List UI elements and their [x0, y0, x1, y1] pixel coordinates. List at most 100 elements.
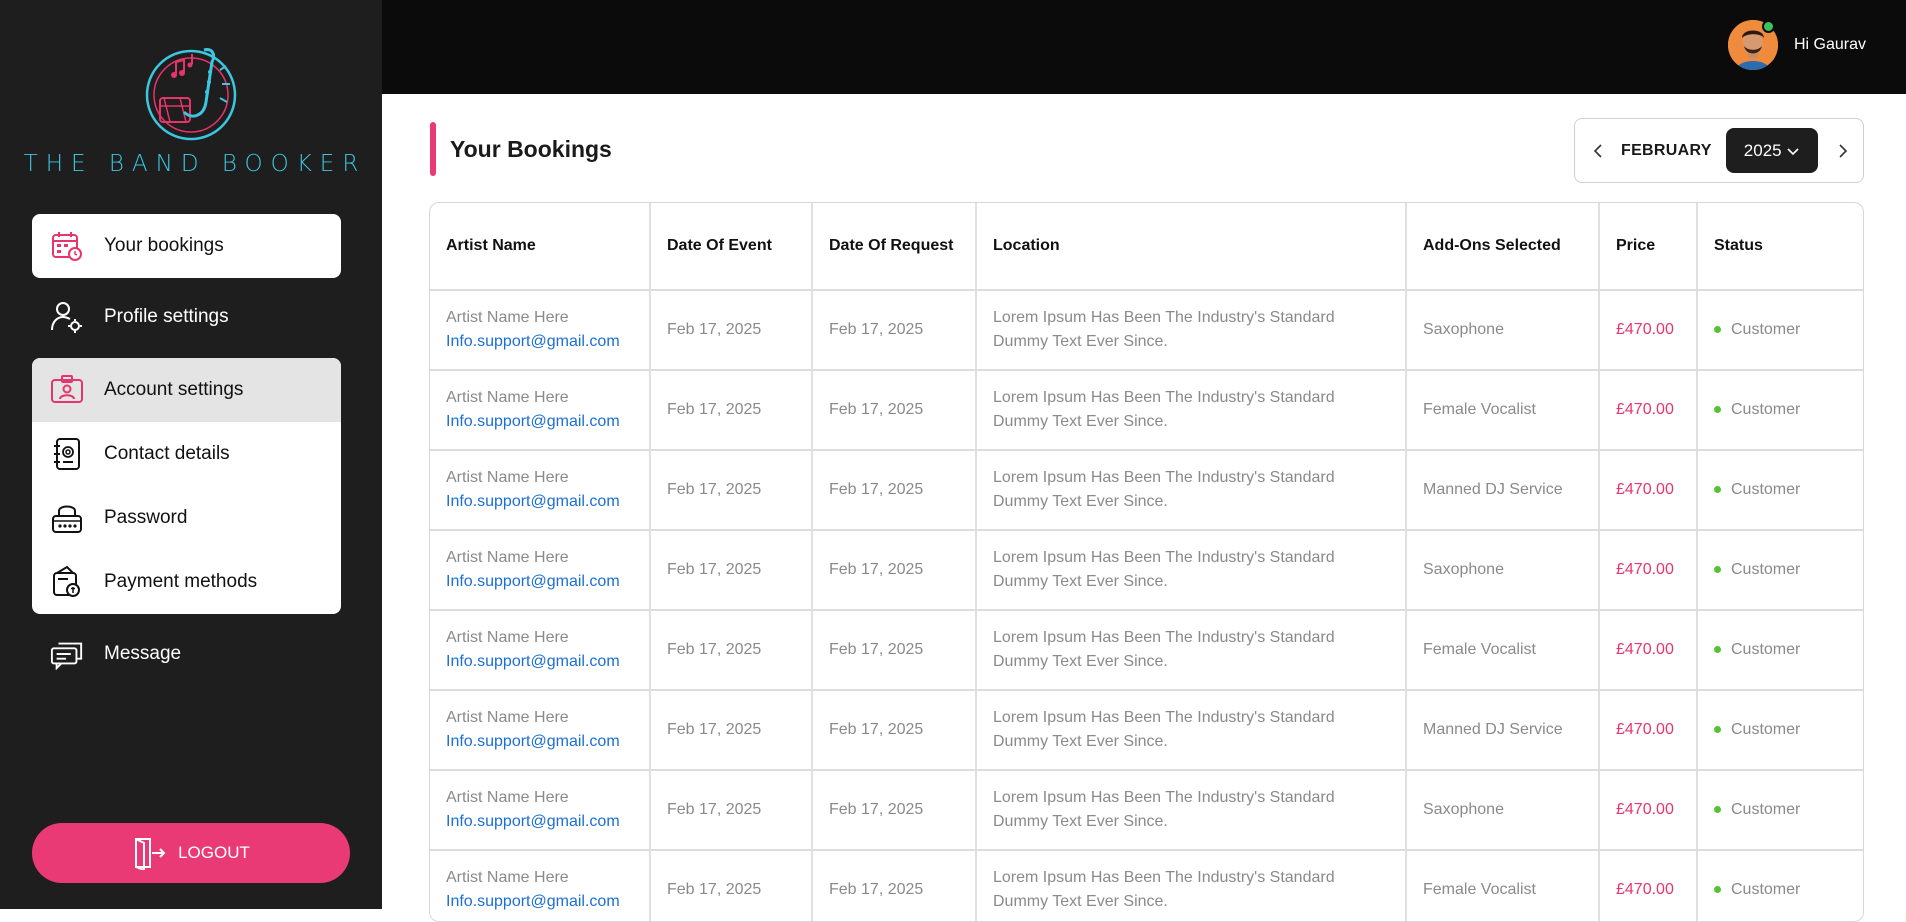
column-header-artist[interactable]: Artist Name	[430, 203, 651, 291]
logout-button[interactable]: LOGOUT	[32, 823, 350, 883]
column-header-status[interactable]: Status	[1697, 203, 1863, 291]
status-text: Customer	[1731, 321, 1801, 338]
status-cell: Customer	[1697, 610, 1863, 691]
column-header-location[interactable]: Location	[976, 203, 1407, 291]
status-dot-icon	[1714, 726, 1721, 734]
status-dot-icon	[1714, 566, 1721, 574]
status-cell: Customer	[1697, 450, 1863, 531]
addons-cell: Female Vocalist	[1406, 370, 1600, 451]
table-row[interactable]: Artist Name Here Info.support@gmail.com Fe…	[430, 530, 1863, 611]
sidebar-item-contact-details[interactable]: Contact details	[32, 422, 341, 486]
sidebar-item-label: Payment methods	[104, 571, 258, 592]
status-text: Customer	[1731, 401, 1801, 418]
event-date-cell: Feb 17, 2025	[650, 530, 813, 611]
status-text: Customer	[1731, 881, 1801, 898]
brand-logo[interactable]: THE BAND BOOKER	[0, 40, 382, 177]
user-menu[interactable]: Hi Gaurav	[1727, 20, 1866, 70]
status-text: Customer	[1731, 481, 1801, 498]
artist-email-link[interactable]: Info.support@gmail.com	[446, 570, 649, 594]
event-date-cell: Feb 17, 2025	[650, 770, 813, 851]
artist-email-link[interactable]: Info.support@gmail.com	[446, 650, 649, 674]
status-dot-icon	[1714, 406, 1721, 414]
artist-email-link[interactable]: Info.support@gmail.com	[446, 330, 649, 354]
artist-name: Artist Name Here	[446, 789, 569, 806]
status-text: Customer	[1731, 561, 1801, 578]
status-text: Customer	[1731, 801, 1801, 818]
location-cell: Lorem Ipsum Has Been The Industry's Stan…	[976, 690, 1407, 771]
title-accent-bar	[430, 122, 436, 176]
artist-email-link[interactable]: Info.support@gmail.com	[446, 490, 649, 514]
table-row[interactable]: Artist Name Here Info.support@gmail.com Fe…	[430, 450, 1863, 531]
table-row[interactable]: Artist Name Here Info.support@gmail.com Fe…	[430, 370, 1863, 451]
sidebar-item-your-bookings[interactable]: Your bookings	[32, 214, 341, 278]
addons-cell: Saxophone	[1406, 530, 1600, 611]
table-row[interactable]: Artist Name Here Info.support@gmail.com Fe…	[430, 290, 1863, 371]
column-header-add-ons[interactable]: Add-Ons Selected	[1406, 203, 1600, 291]
event-date-cell: Feb 17, 2025	[650, 290, 813, 371]
artist-cell: Artist Name Here Info.support@gmail.com	[430, 690, 651, 771]
status-text: Customer	[1731, 641, 1801, 658]
table-header-row: Artist Name Date Of Event Date Of Reques…	[430, 203, 1863, 291]
sidebar-item-label: Your bookings	[104, 235, 224, 256]
greeting-text: Hi Gaurav	[1793, 36, 1866, 53]
month-label: FEBRUARY	[1621, 141, 1712, 159]
artist-email-link[interactable]: Info.support@gmail.com	[446, 410, 649, 434]
column-header-date-of-request[interactable]: Date Of Request	[812, 203, 977, 291]
price-cell: £470.00	[1599, 370, 1698, 451]
chevron-right-icon	[1839, 143, 1847, 158]
page-header: Your Bookings	[430, 122, 612, 176]
sidebar-item-profile-settings[interactable]: Profile settings	[32, 285, 341, 349]
next-month-button[interactable]	[1828, 136, 1858, 166]
artist-cell: Artist Name Here Info.support@gmail.com	[430, 530, 651, 611]
table-row[interactable]: Artist Name Here Info.support@gmail.com Fe…	[430, 850, 1863, 921]
artist-email-link[interactable]: Info.support@gmail.com	[446, 890, 649, 914]
price-cell: £470.00	[1599, 290, 1698, 371]
price-cell: £470.00	[1599, 450, 1698, 531]
bookings-table: Artist Name Date Of Event Date Of Reques…	[429, 202, 1864, 922]
prev-month-button[interactable]	[1583, 136, 1613, 166]
page-title: Your Bookings	[450, 135, 612, 162]
table-row[interactable]: Artist Name Here Info.support@gmail.com Fe…	[430, 610, 1863, 691]
sidebar-item-message[interactable]: Message	[32, 622, 341, 686]
status-dot-icon	[1714, 646, 1721, 654]
status-cell: Customer	[1697, 370, 1863, 451]
status-cell: Customer	[1697, 290, 1863, 371]
artist-email-link[interactable]: Info.support@gmail.com	[446, 730, 649, 754]
status-dot-icon	[1714, 326, 1721, 334]
addons-cell: Manned DJ Service	[1406, 690, 1600, 771]
request-date-cell: Feb 17, 2025	[812, 690, 977, 771]
sidebar-item-label: Message	[104, 643, 182, 664]
request-date-cell: Feb 17, 2025	[812, 610, 977, 691]
artist-name: Artist Name Here	[446, 629, 569, 646]
column-header-date-of-event[interactable]: Date Of Event	[650, 203, 813, 291]
artist-email-link[interactable]: Info.support@gmail.com	[446, 810, 649, 834]
user-gear-icon	[50, 300, 84, 334]
id-card-icon	[50, 373, 84, 407]
addons-cell: Female Vocalist	[1406, 850, 1600, 921]
artist-cell: Artist Name Here Info.support@gmail.com	[430, 850, 651, 921]
addons-cell: Manned DJ Service	[1406, 450, 1600, 531]
column-header-price[interactable]: Price	[1599, 203, 1698, 291]
table-row[interactable]: Artist Name Here Info.support@gmail.com Fe…	[430, 770, 1863, 851]
brand-name: THE BAND BOOKER	[23, 151, 367, 177]
artist-name: Artist Name Here	[446, 709, 569, 726]
year-dropdown[interactable]: 2025	[1725, 128, 1818, 173]
logout-door-icon	[132, 836, 166, 870]
location-cell: Lorem Ipsum Has Been The Industry's Stan…	[976, 770, 1407, 851]
location-cell: Lorem Ipsum Has Been The Industry's Stan…	[976, 530, 1407, 611]
sidebar: THE BAND BOOKER Your bookings Profile se…	[0, 0, 382, 909]
event-date-cell: Feb 17, 2025	[650, 850, 813, 921]
sidebar-item-password[interactable]: Password	[32, 486, 341, 550]
table-row[interactable]: Artist Name Here Info.support@gmail.com Fe…	[430, 690, 1863, 771]
chat-icon	[50, 637, 84, 671]
request-date-cell: Feb 17, 2025	[812, 370, 977, 451]
sidebar-item-payment-methods[interactable]: Payment methods	[32, 550, 341, 614]
wallet-icon	[50, 565, 84, 599]
sidebar-item-account-settings[interactable]: Account settings	[32, 358, 341, 422]
online-status-dot	[1762, 20, 1775, 33]
logout-label: LOGOUT	[178, 843, 250, 862]
price-cell: £470.00	[1599, 770, 1698, 851]
month-picker: FEBRUARY 2025	[1574, 118, 1864, 183]
artist-name: Artist Name Here	[446, 869, 569, 886]
account-submenu: Account settings Contact details Passwor…	[32, 358, 341, 614]
